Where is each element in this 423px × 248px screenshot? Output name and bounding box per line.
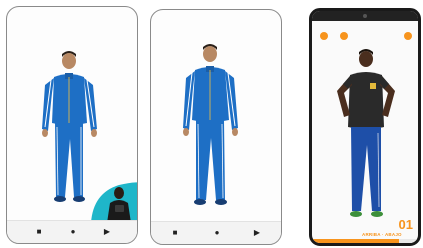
exercise-progress-fill xyxy=(312,239,399,243)
android-nav-bar: ■ ● ▶ xyxy=(7,220,137,243)
exercise-progress-bar xyxy=(312,239,418,243)
back-triangle-icon[interactable]: ▶ xyxy=(252,228,262,238)
phone-mockup-left: ■ ● ▶ xyxy=(6,6,138,244)
stop-square-icon[interactable]: ■ xyxy=(170,228,180,238)
phone-screen: 01 ARRIBA · ABAJO xyxy=(312,11,418,243)
phone-mockup-right: 01 ARRIBA · ABAJO xyxy=(309,8,421,246)
back-triangle-icon[interactable]: ▶ xyxy=(102,227,112,237)
repetition-counter: 01 xyxy=(398,217,413,232)
man-hands-on-hips-photo xyxy=(337,49,395,217)
standing-man-tracksuit-photo xyxy=(42,51,137,223)
phone-screen: ■ ● ▶ xyxy=(151,10,281,244)
home-dot-icon[interactable]: ● xyxy=(212,228,222,238)
android-nav-bar: ■ ● ▶ xyxy=(151,221,281,244)
home-dot-icon[interactable]: ● xyxy=(68,227,78,237)
exercise-caption: ARRIBA · ABAJO xyxy=(362,232,402,237)
standing-man-tracksuit-photo xyxy=(183,44,238,205)
phone-screen: ■ ● ▶ xyxy=(7,7,137,243)
stop-square-icon[interactable]: ■ xyxy=(34,227,44,237)
phone-mockup-center: ■ ● ▶ xyxy=(150,9,282,245)
